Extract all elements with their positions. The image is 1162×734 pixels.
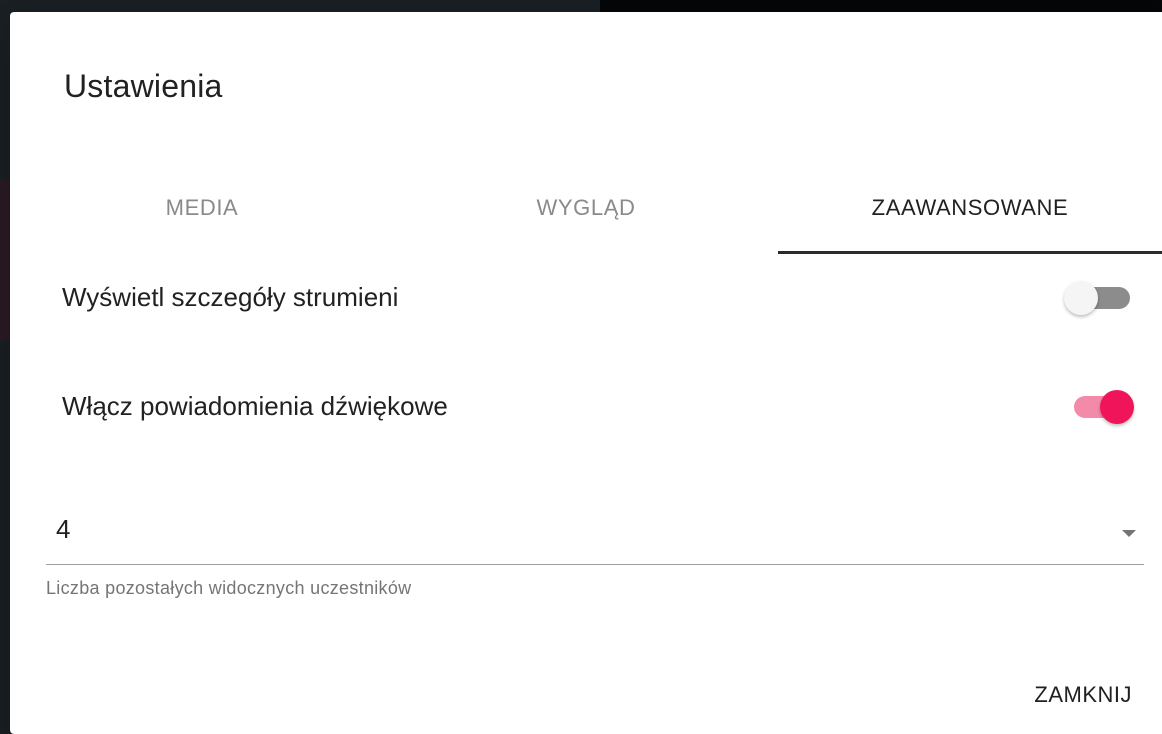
settings-dialog: Ustawienia MEDIA WYGLĄD ZAAWANSOWANE Wyś… xyxy=(10,12,1162,734)
dialog-title: Ustawienia xyxy=(64,68,223,104)
stream-details-toggle-thumb xyxy=(1064,281,1098,315)
setting-sound-notifications: Włącz powiadomienia dźwiękowe xyxy=(62,376,1134,436)
sound-notifications-toggle-thumb xyxy=(1100,390,1134,424)
stream-details-toggle[interactable] xyxy=(1064,277,1134,317)
tab-media[interactable]: MEDIA xyxy=(10,162,394,254)
participants-select-value: 4 xyxy=(56,514,71,544)
backdrop-edge xyxy=(0,180,10,340)
sound-notifications-toggle[interactable] xyxy=(1064,386,1134,426)
participants-select-hint: Liczba pozostałych widocznych uczestnikó… xyxy=(46,578,412,598)
settings-tabs: MEDIA WYGLĄD ZAAWANSOWANE xyxy=(10,162,1162,254)
tab-advanced[interactable]: ZAAWANSOWANE xyxy=(778,162,1162,254)
setting-stream-details: Wyświetl szczegóły strumieni xyxy=(62,267,1134,327)
tab-media-label: MEDIA xyxy=(165,195,239,220)
tab-advanced-label: ZAAWANSOWANE xyxy=(871,195,1069,220)
sound-notifications-label: Włącz powiadomienia dźwiękowe xyxy=(62,390,448,421)
close-button[interactable]: ZAMKNIJ xyxy=(1024,672,1142,718)
participants-select[interactable]: 4 xyxy=(46,502,1144,565)
close-button-label: ZAMKNIJ xyxy=(1034,682,1132,707)
tab-appearance[interactable]: WYGLĄD xyxy=(394,162,778,254)
dropdown-arrow-icon xyxy=(1122,530,1136,537)
stream-details-label: Wyświetl szczegóły strumieni xyxy=(62,281,399,312)
tab-appearance-label: WYGLĄD xyxy=(536,195,636,220)
